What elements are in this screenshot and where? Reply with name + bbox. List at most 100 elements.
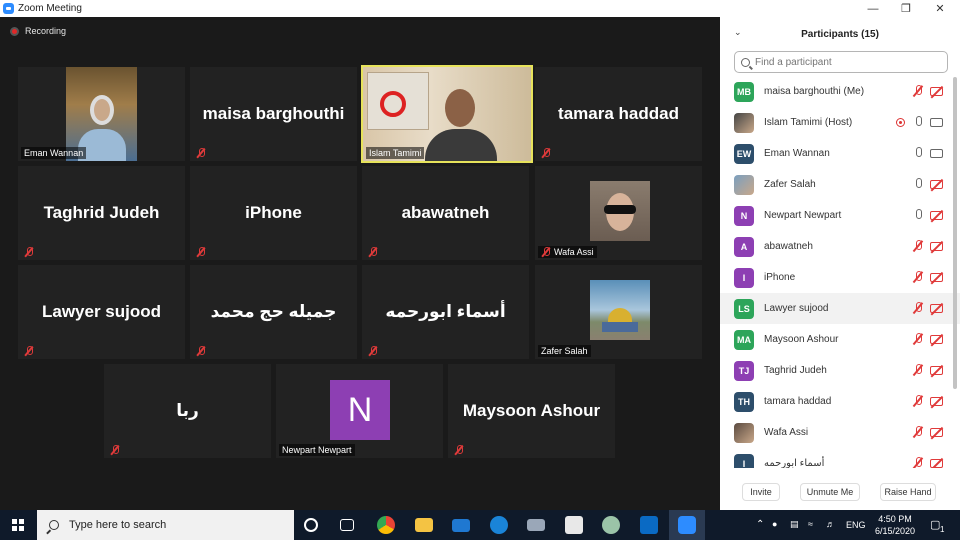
muted-mic-icon[interactable] — [913, 457, 923, 468]
network-icon[interactable]: ▤ — [790, 519, 799, 530]
video-tile-taghrid[interactable]: Taghrid Judeh — [18, 166, 185, 260]
participant-row[interactable]: Islam Tamimi (Host) — [720, 107, 960, 138]
video-off-icon[interactable] — [930, 335, 943, 344]
muted-mic-icon[interactable] — [913, 240, 923, 253]
chevron-down-icon[interactable]: ⌄ — [734, 27, 742, 38]
unmute-me-button[interactable]: Unmute Me — [800, 483, 860, 501]
participant-name: Maysoon Ashour — [764, 334, 839, 345]
video-tile-zafer[interactable]: Zafer Salah — [535, 265, 702, 359]
store-icon[interactable] — [565, 516, 583, 534]
video-icon[interactable] — [930, 118, 943, 127]
participant-row[interactable]: I أسماء ابورحمه — [720, 448, 960, 468]
participant-row[interactable]: TJ Taghrid Judeh — [720, 355, 960, 386]
clock-time: 4:50 PM — [878, 514, 912, 524]
recording-indicator[interactable]: Recording — [10, 26, 66, 36]
video-off-icon[interactable] — [930, 211, 943, 220]
edge-icon[interactable] — [490, 516, 508, 534]
video-tile-ruba[interactable]: ربا — [104, 364, 271, 458]
participant-row[interactable]: MA Maysoon Ashour — [720, 324, 960, 355]
people-icon[interactable]: ● — [772, 519, 777, 529]
language-indicator[interactable]: ENG — [846, 520, 866, 530]
video-tile-maysoon[interactable]: Maysoon Ashour — [448, 364, 615, 458]
raise-hand-button[interactable]: Raise Hand — [880, 483, 936, 501]
outlook-icon[interactable] — [640, 516, 658, 534]
video-off-icon[interactable] — [930, 459, 943, 468]
chrome-icon[interactable] — [377, 516, 395, 534]
video-tile-newpart[interactable]: N Newpart Newpart — [276, 364, 443, 458]
file-explorer-icon[interactable] — [415, 518, 433, 532]
tile-mute-indicator — [21, 246, 40, 258]
video-off-icon[interactable] — [930, 273, 943, 282]
muted-mic-icon — [110, 445, 120, 455]
mic-icon[interactable] — [913, 178, 923, 191]
participant-row[interactable]: Wafa Assi — [720, 417, 960, 448]
muted-mic-icon[interactable] — [913, 426, 923, 439]
video-tile-sujood[interactable]: Lawyer sujood — [18, 265, 185, 359]
restore-button[interactable]: ❐ — [889, 0, 923, 17]
muted-mic-icon[interactable] — [913, 395, 923, 408]
participant-avatar: I — [734, 267, 754, 288]
cortana-icon[interactable] — [304, 518, 318, 532]
taskbar-search-box[interactable]: Type here to search — [37, 510, 294, 540]
muted-mic-icon[interactable] — [913, 333, 923, 346]
participant-row[interactable]: TH tamara haddad — [720, 386, 960, 417]
muted-mic-icon — [24, 247, 34, 257]
participant-name: Eman Wannan — [764, 148, 830, 159]
wifi-icon[interactable]: ≈ — [808, 519, 813, 529]
participant-name: maisa barghouthi (Me) — [764, 86, 865, 97]
video-tile-wafa[interactable]: Wafa Assi — [535, 166, 702, 260]
video-off-icon[interactable] — [930, 87, 943, 96]
participant-avatar — [734, 174, 754, 195]
video-tile-abawatneh[interactable]: abawatneh — [362, 166, 529, 260]
windows-start-icon[interactable] — [12, 519, 24, 531]
participant-avatar: I — [734, 453, 754, 468]
participant-avatar: MB — [734, 81, 754, 102]
video-off-icon[interactable] — [930, 397, 943, 406]
video-tile-iphone[interactable]: iPhone — [190, 166, 357, 260]
video-icon[interactable] — [930, 149, 943, 158]
participant-row[interactable]: EW Eman Wannan — [720, 138, 960, 169]
video-off-icon[interactable] — [930, 428, 943, 437]
mic-icon[interactable] — [913, 147, 923, 160]
zoom-taskbar-button[interactable] — [669, 510, 705, 540]
video-tile-eman[interactable]: Eman Wannan — [18, 67, 185, 161]
notification-icon[interactable]: ▢ — [930, 518, 940, 531]
muted-mic-icon[interactable] — [913, 302, 923, 315]
muted-mic-icon[interactable] — [913, 271, 923, 284]
participant-row[interactable]: MB maisa barghouthi (Me) — [720, 76, 960, 107]
task-view-icon[interactable] — [340, 519, 354, 531]
participant-row[interactable]: N Newpart Newpart — [720, 200, 960, 231]
mic-icon[interactable] — [913, 209, 923, 222]
muted-mic-icon[interactable] — [913, 85, 923, 98]
participant-row[interactable]: Zafer Salah — [720, 169, 960, 200]
participant-name: Zafer Salah — [764, 179, 816, 190]
participant-search[interactable] — [734, 51, 948, 73]
photos-icon[interactable] — [602, 516, 620, 534]
participant-search-input[interactable] — [755, 56, 935, 68]
title-bar: Zoom Meeting — ❐ ✕ — [0, 0, 960, 17]
close-button[interactable]: ✕ — [923, 0, 957, 17]
video-off-icon[interactable] — [930, 366, 943, 375]
participant-row[interactable]: IiPhone — [720, 262, 960, 293]
video-off-icon[interactable] — [930, 180, 943, 189]
video-tile-islam[interactable]: Islam Tamimi — [361, 65, 533, 163]
minimize-button[interactable]: — — [856, 0, 890, 17]
mic-icon[interactable] — [913, 116, 923, 129]
muted-mic-icon[interactable] — [913, 364, 923, 377]
participant-row[interactable]: Aabawatneh — [720, 231, 960, 262]
video-tile-jamila[interactable]: جميله حج محمد — [190, 265, 357, 359]
mail-icon[interactable] — [452, 519, 470, 532]
show-hidden-icons[interactable]: ⌃ — [756, 519, 764, 530]
app-icon[interactable] — [527, 519, 545, 531]
video-tile-tamara[interactable]: tamara haddad — [535, 67, 702, 161]
participant-list-scrollbar[interactable] — [953, 77, 957, 389]
video-off-icon[interactable] — [930, 304, 943, 313]
taskbar-clock[interactable]: 4:50 PM 6/15/2020 — [864, 513, 926, 537]
video-tile-maisa[interactable]: maisa barghouthi — [190, 67, 357, 161]
participant-row[interactable]: LS Lawyer sujood — [720, 293, 960, 324]
invite-button[interactable]: Invite — [742, 483, 780, 501]
video-off-icon[interactable] — [930, 242, 943, 251]
video-tile-asmaa[interactable]: أسماء ابورحمه — [362, 265, 529, 359]
volume-icon[interactable]: ♬ — [826, 519, 835, 529]
window-title: Zoom Meeting — [18, 3, 82, 14]
